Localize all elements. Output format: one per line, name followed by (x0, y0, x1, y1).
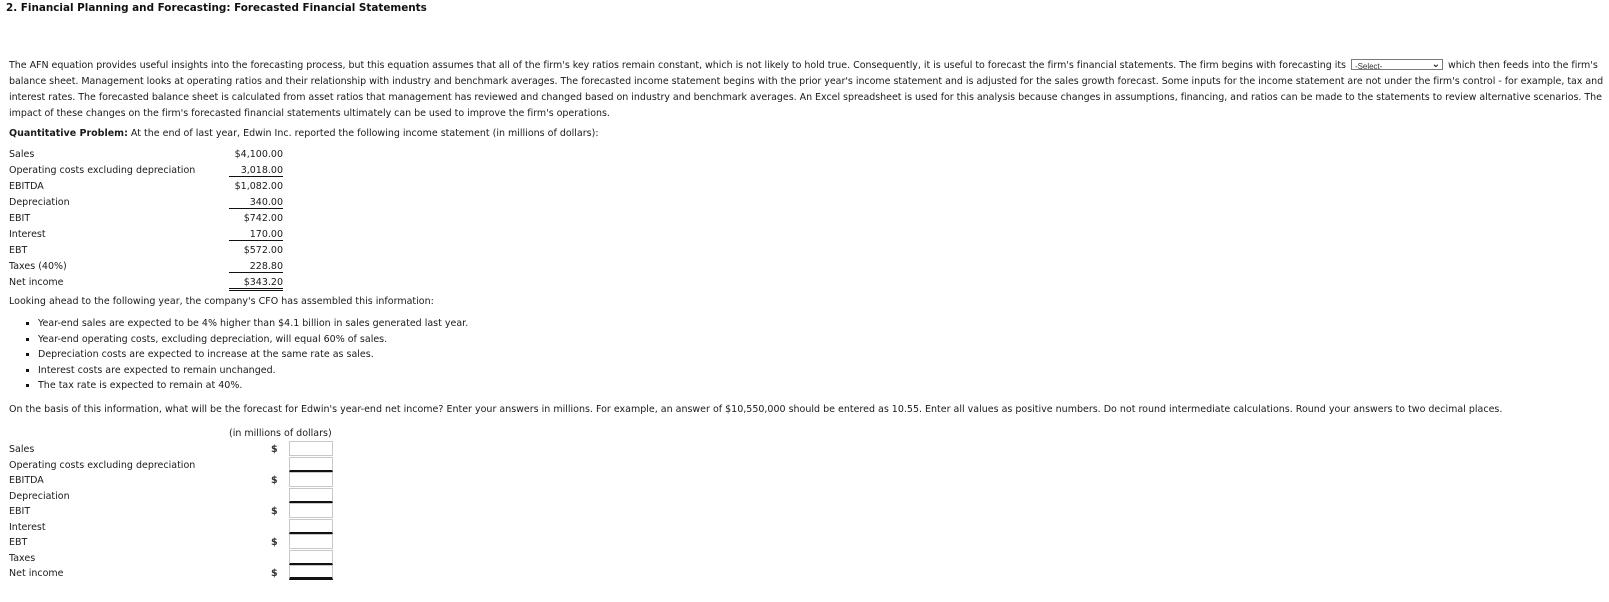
list-item-text: Year-end operating costs, excluding depr… (38, 333, 388, 345)
answer-row-label: Interest (9, 521, 46, 533)
answer-row: Net income $ (9, 565, 339, 583)
dollar-sign: $ (271, 568, 278, 579)
operating-costs-input[interactable] (289, 456, 333, 472)
ebitda-input[interactable] (289, 472, 333, 487)
bullet-icon (26, 368, 29, 372)
answer-row-label: Operating costs excluding depreciation (9, 459, 196, 471)
list-item-text: The tax rate is expected to remain at 40… (38, 380, 243, 391)
list-item: Interest costs are expected to remain un… (26, 364, 468, 381)
list-item-text: Depreciation costs are expected to incre… (38, 349, 374, 360)
lookahead-text: Looking ahead to the following year, the… (9, 296, 434, 307)
select-value: -Select- (1354, 62, 1383, 71)
bullet-icon (26, 384, 29, 387)
income-row: EBT $572.00 (9, 245, 283, 261)
answer-row-label: Depreciation (9, 490, 70, 502)
depreciation-input[interactable] (289, 487, 333, 503)
income-row-label: Taxes (40%) (9, 261, 67, 272)
income-row: Interest 170.00 (9, 229, 283, 245)
intro-text-before: The AFN equation provides useful insight… (9, 60, 1346, 71)
taxes-input[interactable] (289, 549, 333, 565)
answer-row-label: EBIT (9, 506, 31, 517)
income-row: Operating costs excluding depreciation 3,… (9, 165, 283, 181)
income-row: Net income $343.20 (9, 277, 283, 293)
answer-row-label: Net income (9, 568, 64, 579)
answer-row-label: EBT (9, 537, 28, 548)
income-row-value: 170.00 (229, 229, 283, 241)
income-row-label: Net income (9, 277, 64, 288)
list-item: Year-end operating costs, excluding depr… (26, 333, 468, 350)
list-item-text: Year-end sales are expected to be 4% hig… (38, 318, 469, 329)
income-row-label: Depreciation (9, 197, 70, 208)
dollar-sign: $ (271, 506, 278, 517)
income-row-value: $572.00 (243, 245, 283, 256)
bullet-icon (26, 322, 29, 325)
net-income-input[interactable] (289, 565, 333, 580)
assumption-list: Year-end sales are expected to be 4% hig… (26, 318, 469, 396)
income-row-label: EBT (9, 245, 28, 256)
list-item: Year-end sales are expected to be 4% hig… (26, 318, 469, 334)
quantitative-problem: Quantitative Problem: At the end of last… (9, 128, 599, 139)
income-row-value: $343.20 (229, 277, 283, 291)
bullet-icon (26, 337, 29, 341)
ebt-input[interactable] (289, 534, 333, 549)
income-row-value: $1,082.00 (234, 181, 283, 192)
income-row-value: 228.80 (229, 261, 283, 273)
interest-input[interactable] (289, 518, 333, 534)
bullet-icon (26, 353, 29, 356)
ebit-input[interactable] (289, 503, 333, 518)
units-header: (in millions of dollars) (229, 428, 332, 439)
answer-row-label: Sales (9, 444, 35, 455)
income-row-label: EBITDA (9, 181, 44, 192)
forecast-select-dropdown[interactable]: -Select- ⌄ (1350, 59, 1443, 71)
answer-row-label: EBITDA (9, 475, 44, 486)
income-row: Sales $4,100.00 (9, 149, 283, 165)
income-row: EBIT $742.00 (9, 213, 283, 229)
dollar-sign: $ (271, 444, 278, 455)
chevron-down-icon: ⌄ (1431, 59, 1440, 70)
qp-label: Quantitative Problem: (9, 128, 128, 139)
list-item: Depreciation costs are expected to incre… (26, 349, 468, 365)
income-row-label: Operating costs excluding depreciation (9, 165, 196, 176)
answer-row-label: Taxes (9, 552, 36, 564)
income-row-value: $4,100.00 (234, 149, 283, 160)
income-row-value: $742.00 (243, 213, 283, 224)
qp-text: At the end of last year, Edwin Inc. repo… (127, 128, 599, 139)
intro-paragraph: The AFN equation provides useful insight… (9, 58, 1605, 122)
income-row-value: 340.00 (229, 197, 283, 209)
income-row: Depreciation 340.00 (9, 197, 283, 213)
list-item-text: Interest costs are expected to remain un… (38, 364, 276, 376)
income-row-label: Sales (9, 149, 35, 160)
page-title: 2. Financial Planning and Forecasting: F… (6, 2, 427, 14)
income-row: EBITDA $1,082.00 (9, 181, 283, 197)
income-row: Taxes (40%) 228.80 (9, 261, 283, 277)
list-item: The tax rate is expected to remain at 40… (26, 380, 468, 396)
income-row-value: 3,018.00 (229, 165, 283, 177)
question-text: On the basis of this information, what w… (9, 404, 1503, 415)
dollar-sign: $ (271, 537, 278, 548)
income-row-label: EBIT (9, 213, 31, 224)
dollar-sign: $ (271, 475, 278, 486)
income-row-label: Interest (9, 229, 46, 240)
sales-input[interactable] (289, 441, 333, 456)
income-statement-table: Sales $4,100.00 Operating costs excluding… (9, 149, 289, 293)
